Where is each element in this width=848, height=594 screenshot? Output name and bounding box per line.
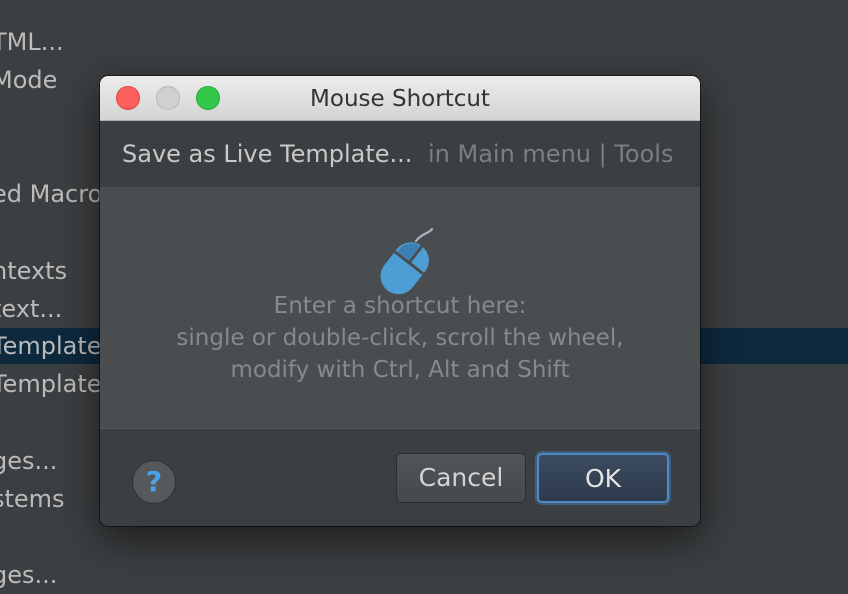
menu-item-label: text... [0,295,63,323]
help-icon[interactable]: ? [132,460,176,504]
menu-item[interactable]: ges... [0,557,848,593]
shortcut-capture-area[interactable]: Enter a shortcut here: single or double-… [100,187,700,429]
menu-item-label: TML... [0,28,64,56]
ok-button[interactable]: OK [537,453,669,503]
menu-item-label: ges... [0,561,58,589]
menu-item-label: stems [0,485,65,513]
menu-item-label: ed Macros [0,180,115,208]
title-bar[interactable]: Mouse Shortcut [100,76,700,121]
menu-item-label: Mode [0,66,58,94]
menu-item-label: ntexts [0,257,68,285]
menu-item-label: Templates [0,370,115,398]
mouse-shortcut-dialog: Mouse Shortcut Save as Live Template... … [100,76,700,526]
menu-item-label: Templates [0,332,115,360]
dialog-footer: ? Cancel OK [100,429,700,526]
menu-item[interactable]: TML... [0,24,848,60]
dialog-title: Mouse Shortcut [310,86,490,112]
action-location: in Main menu | Tools [428,140,674,168]
hint-line: modify with Ctrl, Alt and Shift [230,357,570,383]
action-name: Save as Live Template... [122,140,413,168]
menu-item-label: ges... [0,447,58,475]
hint-line: single or double-click, scroll the wheel… [176,325,624,351]
action-path: Save as Live Template... in Main menu | … [100,121,700,187]
hint-line: Enter a shortcut here: [273,293,527,319]
cancel-button[interactable]: Cancel [396,453,526,503]
